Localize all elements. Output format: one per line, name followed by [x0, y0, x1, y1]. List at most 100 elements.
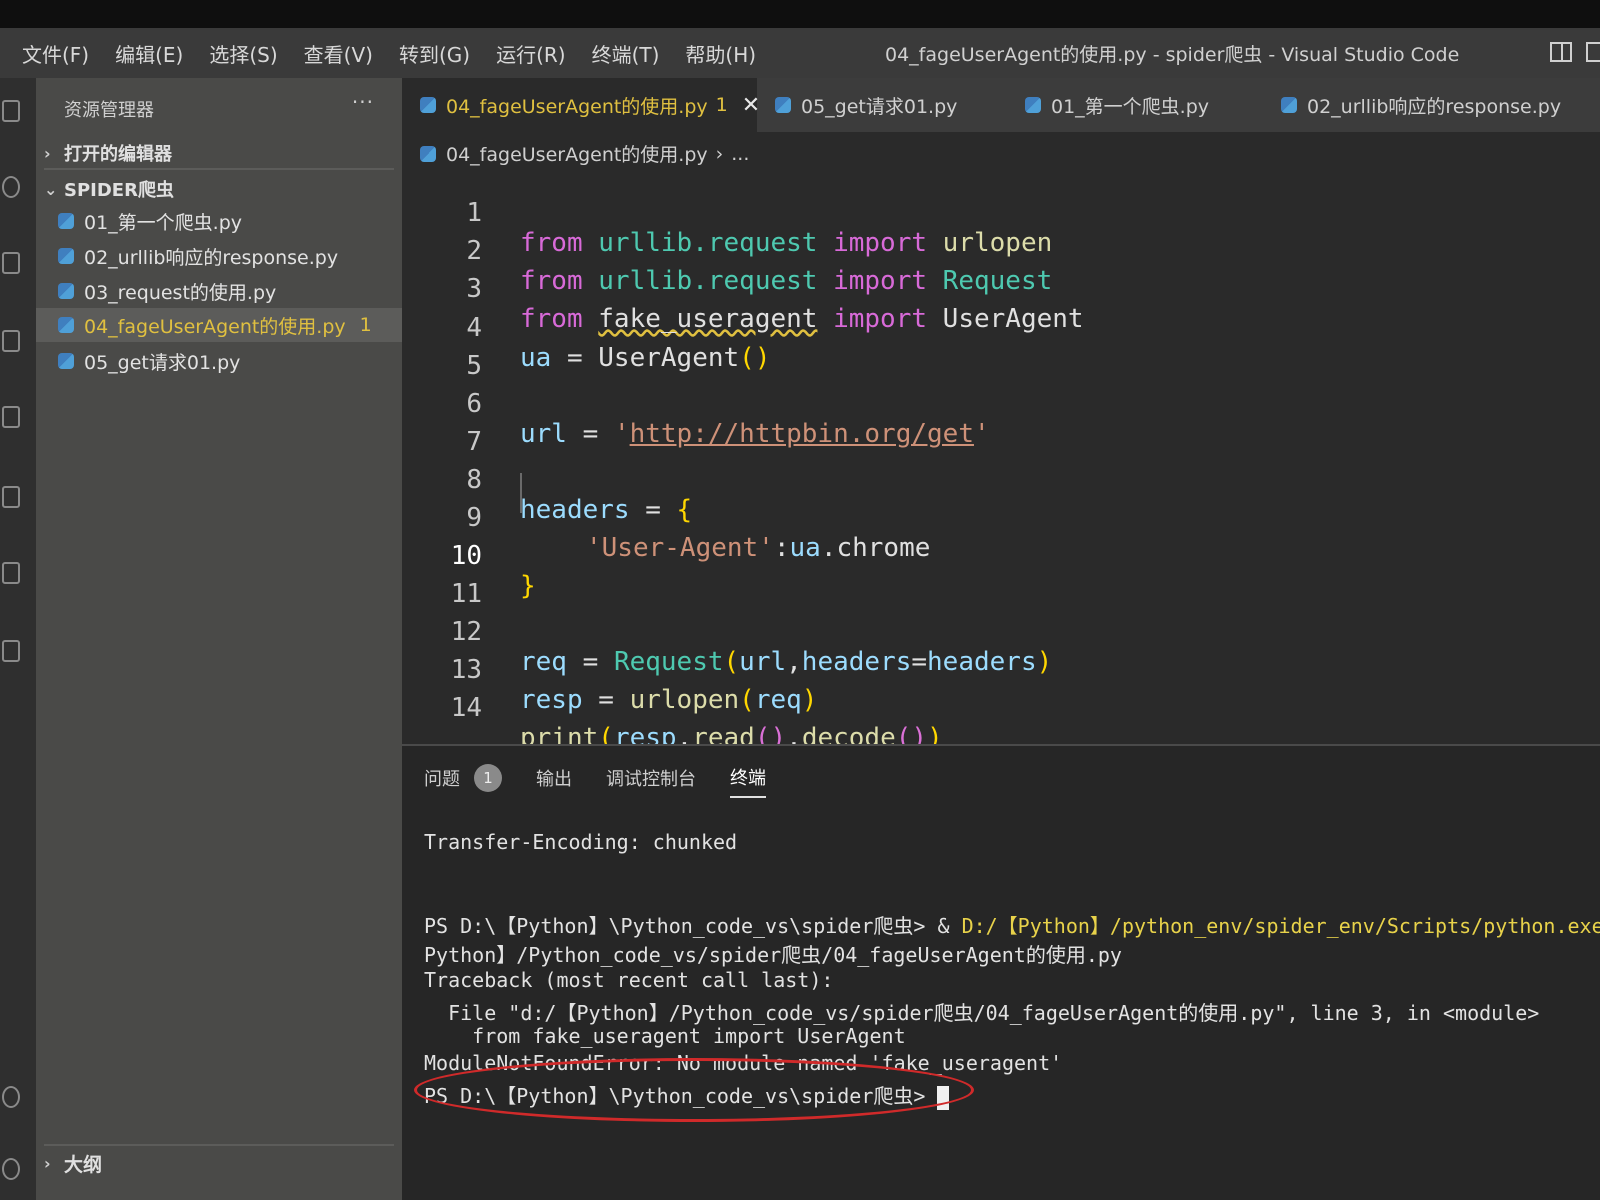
- run-debug-icon[interactable]: [2, 330, 20, 352]
- python-file-icon: [420, 97, 436, 113]
- more-actions-icon[interactable]: ···: [352, 90, 374, 114]
- code-line: 8 headers = {: [402, 435, 1600, 525]
- code-line: 2 from urllib.request import Request: [402, 206, 1600, 296]
- python-file-icon: [58, 248, 74, 264]
- section-divider: [44, 168, 394, 170]
- terminal-line: File "d:/【Python】/Python_code_vs/spider爬…: [424, 1001, 1540, 1025]
- python-file-icon: [775, 97, 791, 113]
- chevron-right-icon: ›: [44, 143, 51, 163]
- chevron-down-icon: ⌄: [44, 179, 58, 199]
- explorer-sidebar: 资源管理器 ··· › 打开的编辑器 ⌄ SPIDER爬虫 01_第一个爬虫.p…: [36, 78, 402, 1200]
- open-editors-label: 打开的编辑器: [64, 144, 172, 165]
- outline-section[interactable]: › 大纲: [44, 1150, 102, 1177]
- code-line: 14 print(resp.read().decode()): [402, 663, 1600, 753]
- terminal-line: from fake_useragent import UserAgent: [424, 1024, 906, 1048]
- file-name: 01_第一个爬虫.py: [84, 211, 243, 234]
- tab-debug-console[interactable]: 调试控制台: [606, 765, 696, 797]
- source-control-icon[interactable]: [2, 252, 20, 274]
- code-line: 11: [402, 549, 1600, 609]
- panel-tabs: 问题 1 输出 调试控制台 终端: [424, 764, 800, 798]
- python-file-icon: [58, 213, 74, 229]
- code-line: 9 'User-Agent':ua.chrome: [402, 473, 1600, 563]
- file-name: 02_urllib响应的response.py: [84, 246, 339, 269]
- chevron-right-icon: ›: [44, 1154, 51, 1173]
- settings-gear-icon[interactable]: [2, 1158, 20, 1180]
- terminal-line: Traceback (most recent call last):: [424, 968, 834, 992]
- activity-bar: [0, 78, 36, 1200]
- breadcrumb-symbols[interactable]: ...: [731, 143, 749, 165]
- terminal-line: PS D:\【Python】\Python_code_vs\spider爬虫> …: [424, 914, 1600, 938]
- explorer-header: 资源管理器: [64, 100, 154, 121]
- screen-bezel: [0, 0, 1600, 28]
- testing-icon[interactable]: [2, 486, 20, 508]
- editor-tabs: 04_fageUserAgent的使用.py 1 ✕ 05_get请求01.py…: [402, 78, 1600, 132]
- menu-selection[interactable]: 选择(S): [209, 39, 277, 68]
- code-line: 6 url = 'http://httpbin.org/get': [402, 359, 1600, 449]
- tab-label: 02_urllib响应的response.py: [1307, 95, 1562, 118]
- python-file-icon: [58, 283, 74, 299]
- code-line: 4 ua = UserAgent(): [402, 283, 1600, 373]
- code-line: 3 from fake_useragent import UserAgent: [402, 244, 1600, 334]
- python-file-icon: [420, 145, 436, 162]
- folder-section[interactable]: ⌄ SPIDER爬虫: [44, 176, 174, 202]
- account-icon[interactable]: [2, 1086, 20, 1108]
- problems-label: 问题: [424, 769, 460, 790]
- title-bar: 文件(F) 编辑(E) 选择(S) 查看(V) 转到(G) 运行(R) 终端(T…: [0, 28, 1600, 78]
- bottom-panel: 问题 1 输出 调试控制台 终端 Transfer-Encoding: chun…: [402, 744, 1600, 1200]
- folder-label: SPIDER爬虫: [64, 180, 174, 201]
- menu-help[interactable]: 帮助(H): [685, 39, 756, 68]
- tab-first-spider[interactable]: 01_第一个爬虫.py: [1007, 78, 1263, 132]
- menu-terminal[interactable]: 终端(T): [592, 39, 660, 68]
- file-name: 03_request的使用.py: [84, 281, 277, 304]
- code-line: 5: [402, 321, 1600, 381]
- window-title: 04_fageUserAgent的使用.py - spider爬虫 - Visu…: [885, 44, 1460, 66]
- tab-label: 05_get请求01.py: [801, 95, 958, 118]
- problems-count-badge: 1: [474, 764, 502, 792]
- menu-view[interactable]: 查看(V): [304, 39, 373, 68]
- python-file-icon: [58, 353, 74, 369]
- file-item[interactable]: 05_get请求01.py: [36, 344, 402, 378]
- toggle-panel-icon[interactable]: [1586, 42, 1600, 62]
- menu-run[interactable]: 运行(R): [496, 39, 566, 68]
- search-icon[interactable]: [2, 176, 20, 198]
- code-line: 13 resp = urlopen(req): [402, 625, 1600, 715]
- tab-get01[interactable]: 05_get请求01.py: [757, 78, 1007, 132]
- tab-problems[interactable]: 问题 1: [424, 764, 502, 798]
- tab-label: 04_fageUserAgent的使用.py: [446, 95, 708, 118]
- docker-icon[interactable]: [2, 640, 20, 662]
- red-annotation-circle: [414, 1058, 974, 1122]
- file-name: 04_fageUserAgent的使用.py: [84, 315, 346, 338]
- tab-terminal[interactable]: 终端: [730, 764, 766, 798]
- outline-label: 大纲: [64, 1154, 103, 1176]
- file-item-active[interactable]: 04_fageUserAgent的使用.py 1: [36, 308, 402, 342]
- toggle-sidebar-icon[interactable]: [1550, 42, 1572, 62]
- tab-urllib-response[interactable]: 02_urllib响应的response.py: [1263, 78, 1600, 132]
- file-item[interactable]: 03_request的使用.py: [36, 274, 402, 308]
- terminal-line: Python】/Python_code_vs/spider爬虫/04_fageU…: [424, 943, 1122, 967]
- tab-label: 01_第一个爬虫.py: [1051, 95, 1210, 118]
- python-file-icon: [58, 317, 74, 333]
- menu-file[interactable]: 文件(F): [22, 39, 89, 68]
- tab-output[interactable]: 输出: [536, 765, 572, 797]
- line-number: 14: [450, 693, 482, 723]
- code-editor[interactable]: 1 from urllib.request import urlopen 2 f…: [402, 166, 1600, 753]
- outline-divider: [44, 1144, 394, 1146]
- problem-count-badge: 1: [359, 314, 372, 336]
- tab-badge: 1: [715, 94, 728, 116]
- breadcrumb-file[interactable]: 04_fageUserAgent的使用.py: [446, 140, 708, 167]
- file-item[interactable]: 01_第一个爬虫.py: [36, 204, 402, 238]
- code-line: 7: [402, 397, 1600, 457]
- code-line: 1 from urllib.request import urlopen: [402, 168, 1600, 258]
- python-file-icon: [1025, 97, 1041, 113]
- extensions-icon[interactable]: [2, 406, 20, 428]
- remote-explorer-icon[interactable]: [2, 562, 20, 584]
- terminal-line: Transfer-Encoding: chunked: [424, 830, 738, 854]
- explorer-icon[interactable]: [2, 100, 20, 122]
- open-editors-section[interactable]: › 打开的编辑器: [44, 140, 172, 166]
- tab-fageuseragent[interactable]: 04_fageUserAgent的使用.py 1 ✕: [402, 78, 760, 132]
- menu-edit[interactable]: 编辑(E): [115, 39, 183, 68]
- menu-go[interactable]: 转到(G): [399, 39, 470, 68]
- python-file-icon: [1281, 97, 1297, 113]
- menu-bar: 文件(F) 编辑(E) 选择(S) 查看(V) 转到(G) 运行(R) 终端(T…: [22, 39, 782, 68]
- file-item[interactable]: 02_urllib响应的response.py: [36, 239, 402, 273]
